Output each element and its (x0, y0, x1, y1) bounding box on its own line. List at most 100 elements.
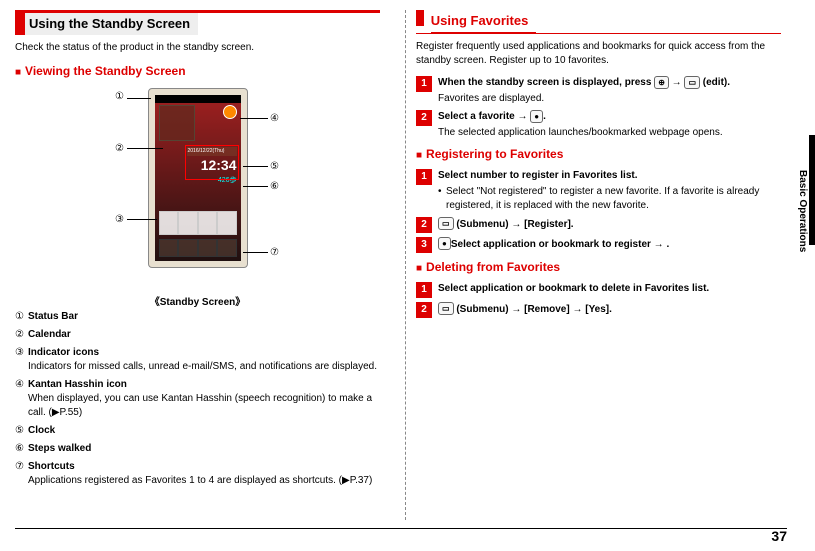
step-content: ●Select application or bookmark to regis… (438, 237, 781, 253)
shortcuts-row (159, 239, 237, 257)
item-title: Status Bar (28, 311, 78, 322)
shortcut-cell (217, 239, 237, 257)
item-desc: Indicators for missed calls, unread e-ma… (28, 360, 380, 374)
item-content: Kantan Hasshin icon When displayed, you … (28, 378, 380, 420)
item-num: ⑦ (15, 460, 24, 488)
main-steps: 1 When the standby screen is displayed, … (416, 76, 781, 140)
standby-diagram: 2016/12/22(Thu) 12:34 426歩 (15, 88, 380, 288)
step-desc: Favorites are displayed. (438, 92, 781, 106)
step-title: Select application or bookmark to delete… (438, 283, 709, 294)
step: 1 Select application or bookmark to dele… (416, 282, 781, 298)
step-title: ▭ (Submenu) → [Remove] → [Yes]. (438, 304, 612, 315)
indicator-popup (159, 211, 237, 235)
step-desc: The selected application launches/bookma… (438, 126, 781, 140)
step: 1 When the standby screen is displayed, … (416, 76, 781, 106)
step-number: 3 (416, 237, 432, 253)
callout-line (243, 166, 268, 167)
side-tab (809, 135, 815, 245)
step-number: 2 (416, 302, 432, 318)
step-number: 2 (416, 110, 432, 126)
item-num: ③ (15, 346, 24, 374)
item-title: Indicator icons (28, 347, 99, 358)
key-icon: ⊕ (654, 76, 669, 89)
step: 2 ▭ (Submenu) → [Register]. (416, 217, 781, 233)
item-content: Indicator icons Indicators for missed ca… (28, 346, 380, 374)
step-title: Select a favorite → ●. (438, 111, 546, 122)
callout-line (240, 118, 268, 119)
phone-statusbar (155, 95, 241, 103)
intro-text: Register frequently used applications an… (416, 40, 781, 68)
popup-cell (217, 211, 237, 235)
page-number: 37 (771, 527, 787, 547)
phone-caption: 《Standby Screen》 (15, 296, 380, 310)
side-tab-label: Basic Operations (795, 170, 809, 252)
callout-line (243, 186, 268, 187)
item-num: ② (15, 328, 24, 342)
key-icon: ▭ (438, 302, 454, 315)
step-content: Select application or bookmark to delete… (438, 282, 781, 298)
step-title: Select number to register in Favorites l… (438, 170, 638, 181)
subsection-deleting: Deleting from Favorites (416, 259, 781, 276)
step-content: ▭ (Submenu) → [Register]. (438, 217, 781, 233)
callout-item: ② Calendar (15, 328, 380, 342)
step: 1 Select number to register in Favorites… (416, 169, 781, 213)
step-content: Select number to register in Favorites l… (438, 169, 781, 213)
key-icon: ● (530, 110, 543, 123)
callout-1: ① (115, 90, 124, 104)
step-number: 1 (416, 282, 432, 298)
key-icon: ▭ (684, 76, 700, 89)
item-content: Calendar (28, 328, 380, 342)
item-title: Kantan Hasshin icon (28, 379, 127, 390)
item-content: Shortcuts Applications registered as Fav… (28, 460, 380, 488)
callout-2: ② (115, 142, 124, 156)
item-content: Clock (28, 424, 380, 438)
callout-6: ⑥ (270, 180, 279, 194)
shortcut-cell (159, 239, 179, 257)
item-num: ① (15, 310, 24, 324)
left-column: Using the Standby Screen Check the statu… (15, 10, 380, 541)
column-divider (405, 10, 406, 520)
callout-5: ⑤ (270, 160, 279, 174)
callout-4: ④ (270, 112, 279, 126)
step-content: When the standby screen is displayed, pr… (438, 76, 781, 106)
step-number: 2 (416, 217, 432, 233)
subsection-registering: Registering to Favorites (416, 146, 781, 163)
item-title: Shortcuts (28, 461, 75, 472)
step-number: 1 (416, 169, 432, 185)
callout-3: ③ (115, 213, 124, 227)
phone-body: 2016/12/22(Thu) 12:34 426歩 (148, 88, 248, 268)
step: 2 Select a favorite → ●. The selected ap… (416, 110, 781, 140)
step-content: ▭ (Submenu) → [Remove] → [Yes]. (438, 302, 781, 318)
step: 3 ●Select application or bookmark to reg… (416, 237, 781, 253)
section-header-standby: Using the Standby Screen (15, 10, 380, 35)
key-icon: ● (438, 237, 451, 250)
item-num: ⑥ (15, 442, 24, 456)
step-title: ▭ (Submenu) → [Register]. (438, 219, 574, 230)
item-desc: Applications registered as Favorites 1 t… (28, 474, 380, 488)
key-icon: ▭ (438, 217, 454, 230)
right-column: Using Favorites .col-right .section-head… (416, 10, 781, 541)
callout-item: ⑦ Shortcuts Applications registered as F… (15, 460, 380, 488)
shortcut-cell (178, 239, 198, 257)
item-title: Steps walked (28, 443, 91, 454)
phone-calendar-widget (159, 105, 195, 141)
highlight-box (185, 145, 239, 180)
callout-item: ③ Indicator icons Indicators for missed … (15, 346, 380, 374)
callout-line (127, 148, 163, 149)
callout-line (243, 252, 268, 253)
callout-line (127, 98, 151, 99)
callout-item: ④ Kantan Hasshin icon When displayed, yo… (15, 378, 380, 420)
callout-list: ① Status Bar ② Calendar ③ Indicator icon… (15, 310, 380, 488)
popup-cell (159, 211, 179, 235)
popup-cell (198, 211, 218, 235)
registering-steps: 1 Select number to register in Favorites… (416, 169, 781, 253)
callout-item: ① Status Bar (15, 310, 380, 324)
intro-text: Check the status of the product in the s… (15, 41, 380, 55)
item-title: Calendar (28, 329, 71, 340)
item-content: Status Bar (28, 310, 380, 324)
item-num: ⑤ (15, 424, 24, 438)
footer-rule (15, 528, 787, 529)
item-title: Clock (28, 425, 55, 436)
callout-item: ⑤ Clock (15, 424, 380, 438)
item-desc: When displayed, you can use Kantan Hassh… (28, 392, 380, 420)
